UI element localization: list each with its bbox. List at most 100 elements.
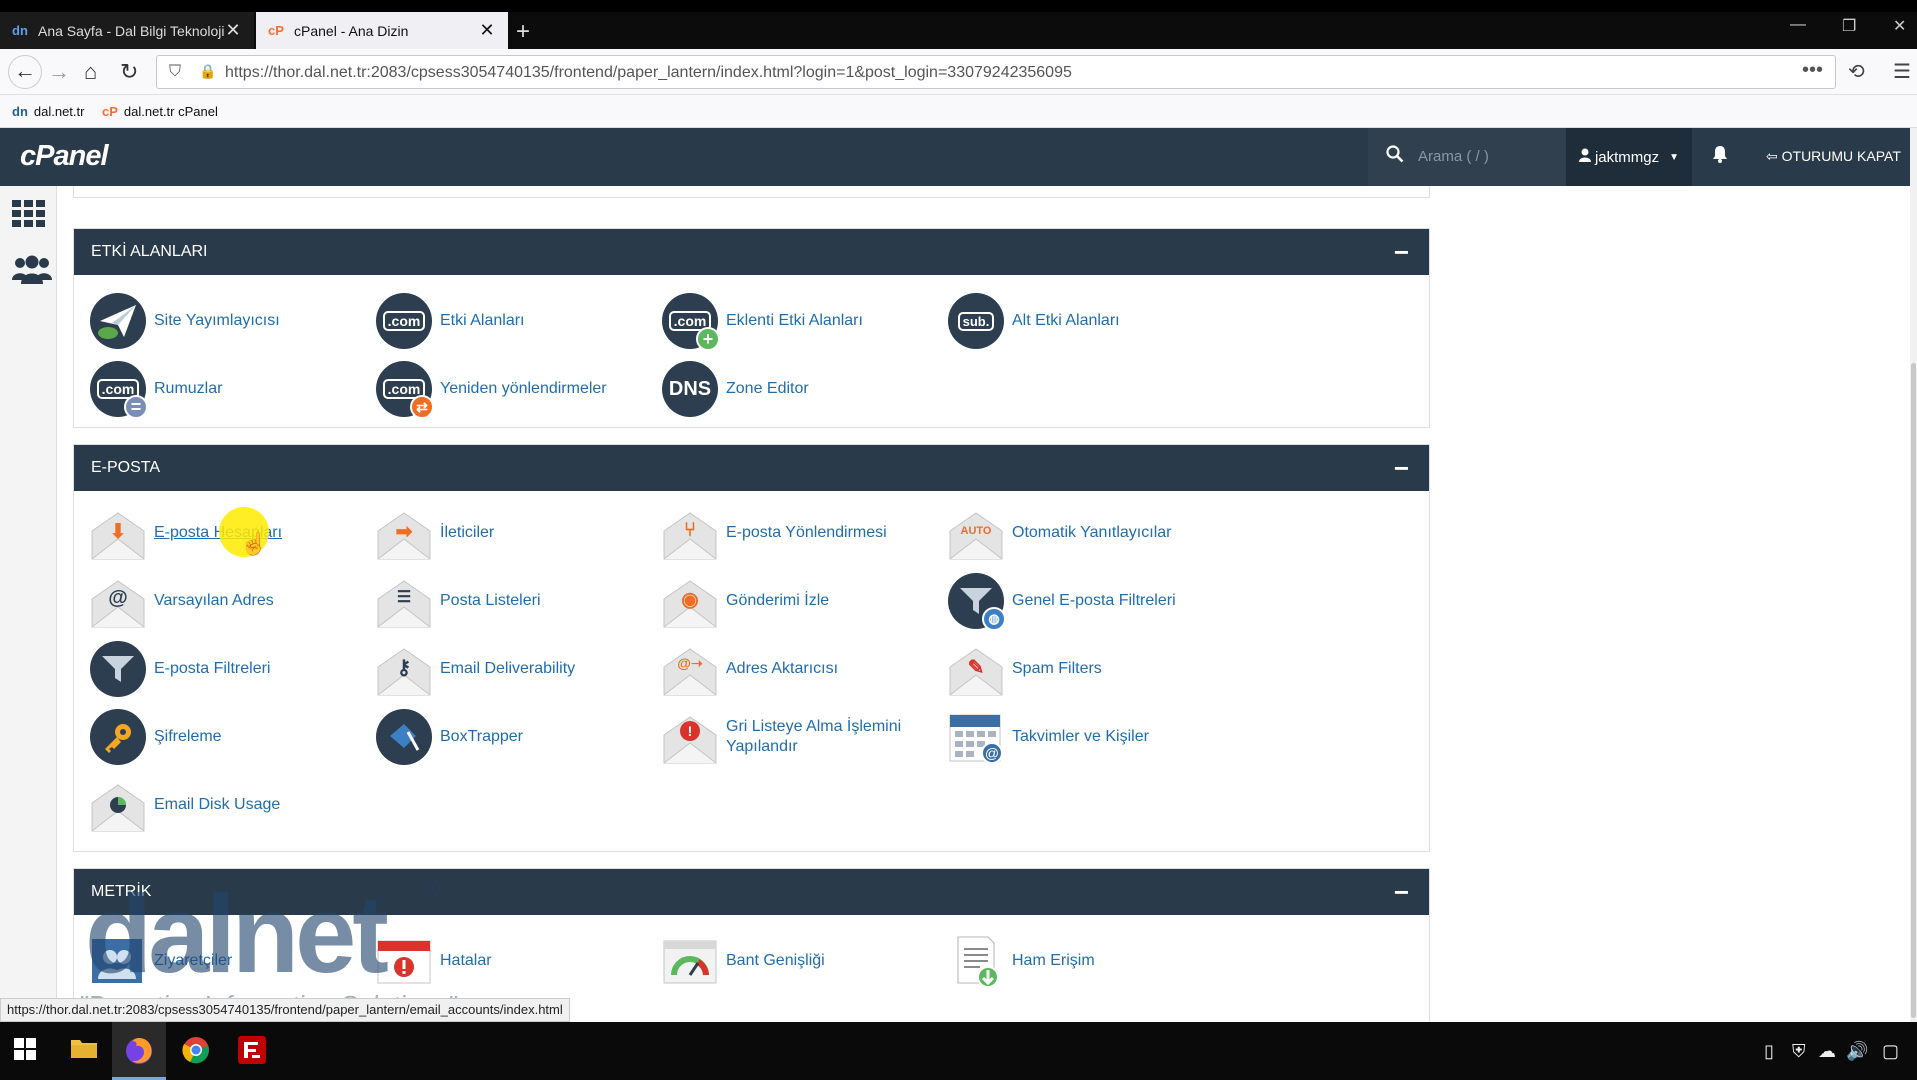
item-forwarders[interactable]: ➡ İleticiler xyxy=(376,505,494,561)
shield-icon[interactable]: ⛉ xyxy=(169,63,181,81)
bookmark-dal[interactable]: dn dal.net.tr xyxy=(12,104,84,119)
bandwidth-gauge-icon xyxy=(662,933,718,989)
alias-domain-icon: .com = xyxy=(90,361,148,419)
item-redirects[interactable]: .com ⇄ Yeniden yönlendirmeler xyxy=(376,361,607,419)
filter-funnel-icon xyxy=(90,641,146,697)
collapse-icon[interactable]: − xyxy=(1394,237,1409,268)
item-track-delivery[interactable]: ◉ Gönderimi İzle xyxy=(662,573,829,629)
item-raw-access[interactable]: Ham Erişim xyxy=(948,933,1095,989)
default-address-icon: @ xyxy=(90,573,146,629)
item-email-disk-usage[interactable]: Email Disk Usage xyxy=(90,777,280,833)
item-label: Alt Etki Alanları xyxy=(1012,312,1120,329)
usb-tray-icon[interactable]: ▯ xyxy=(1764,1041,1774,1062)
url-text: https://thor.dal.net.tr:2083/cpsess30547… xyxy=(225,64,1072,81)
logout-button[interactable]: ⇦ OTURUMU KAPAT xyxy=(1766,148,1901,165)
raw-access-icon xyxy=(948,933,1004,989)
chrome-icon[interactable] xyxy=(182,1036,210,1071)
volume-tray-icon[interactable]: 🔊 xyxy=(1846,1041,1868,1062)
notification-center-icon[interactable]: ▢ xyxy=(1882,1041,1899,1062)
scrollbar-thumb[interactable] xyxy=(1911,363,1916,1018)
restore-icon[interactable]: ❐ xyxy=(1842,16,1856,36)
section-title: E-POSTA xyxy=(91,459,161,476)
item-default-address[interactable]: @ Varsayılan Adres xyxy=(90,573,274,629)
item-label: E-posta Yönlendirmesi xyxy=(726,524,887,541)
forward-arrow-icon[interactable]: → xyxy=(48,59,70,85)
item-spam-filters[interactable]: ✎ Spam Filters xyxy=(948,641,1102,697)
new-tab-button[interactable]: + xyxy=(516,18,530,46)
tab-cpanel[interactable]: cP cPanel - Ana Dizin ✕ xyxy=(256,12,508,49)
item-calendars-contacts[interactable]: @ Takvimler ve Kişiler xyxy=(948,709,1149,765)
item-global-filters[interactable]: ◍ Genel E-posta Filtreleri xyxy=(948,573,1176,631)
user-menu[interactable]: jaktmmgz ▼ xyxy=(1566,128,1692,186)
hamburger-menu-icon[interactable]: ☰ xyxy=(1893,59,1911,84)
item-domains[interactable]: .com Etki Alanları xyxy=(376,293,524,349)
email-routing-icon: ⑂ xyxy=(662,505,718,561)
item-site-publisher[interactable]: Site Yayımlayıcısı xyxy=(90,293,280,349)
item-errors[interactable]: Hatalar xyxy=(376,933,492,989)
item-email-accounts[interactable]: ⬇ E-posta Hesapları xyxy=(90,505,282,561)
close-tab-icon[interactable]: ✕ xyxy=(224,20,242,41)
item-label: Eklenti Etki Alanları xyxy=(726,312,863,329)
item-email-filters[interactable]: E-posta Filtreleri xyxy=(90,641,270,697)
tab-dal-homepage[interactable]: dn Ana Sayfa - Dal Bilgi Teknolojile ✕ xyxy=(0,12,254,49)
home-icon[interactable]: ⌂ xyxy=(84,59,97,85)
redirect-badge-icon: ⇄ xyxy=(410,395,434,419)
history-icon[interactable]: ⟲ xyxy=(1848,59,1865,84)
back-arrow-icon[interactable]: ← xyxy=(8,55,42,89)
item-mailing-lists[interactable]: ☰ Posta Listeleri xyxy=(376,573,541,629)
site-publisher-icon xyxy=(90,293,146,349)
minimize-icon[interactable]: — xyxy=(1790,16,1806,34)
lock-icon[interactable]: 🔒 xyxy=(199,63,216,80)
windows-start-icon[interactable] xyxy=(14,1038,36,1067)
item-autoresponders[interactable]: AUTO Otomatik Yanıtlayıcılar xyxy=(948,505,1171,561)
item-zone-editor[interactable]: DNS Zone Editor xyxy=(662,361,809,417)
item-greylisting[interactable]: ! Gri Listeye Alma İşlemini Yapılandır xyxy=(662,709,916,765)
section-title: METRİK xyxy=(91,883,152,900)
close-tab-icon[interactable]: ✕ xyxy=(478,20,496,41)
mailing-lists-icon: ☰ xyxy=(376,573,432,629)
section-header[interactable]: METRİK − xyxy=(74,869,1429,915)
firefox-taskbar-icon[interactable] xyxy=(112,1022,166,1080)
forwarders-icon: ➡ xyxy=(376,505,432,561)
bookmarks-bar: dn dal.net.tr cP dal.net.tr cPanel xyxy=(0,95,1917,128)
item-label: BoxTrapper xyxy=(440,728,523,745)
search-box xyxy=(1368,128,1566,186)
section-header[interactable]: E-POSTA − xyxy=(74,445,1429,491)
item-boxtrapper[interactable]: BoxTrapper xyxy=(376,709,523,765)
close-window-icon[interactable]: ✕ xyxy=(1893,16,1906,36)
item-encryption[interactable]: Şifreleme xyxy=(90,709,222,765)
filezilla-icon[interactable] xyxy=(238,1036,266,1071)
item-label: Adres Aktarıcısı xyxy=(726,660,839,677)
item-subdomains[interactable]: sub. Alt Etki Alanları xyxy=(948,293,1120,349)
cpanel-logo[interactable]: cPanel xyxy=(20,140,108,173)
bookmark-label: dal.net.tr cPanel xyxy=(123,104,218,119)
item-email-deliverability[interactable]: ⚷ Email Deliverability xyxy=(376,641,575,697)
page-scrollbar[interactable] xyxy=(1910,128,1917,1022)
item-email-routing[interactable]: ⑂ E-posta Yönlendirmesi xyxy=(662,505,887,561)
equals-badge-icon: = xyxy=(124,395,148,419)
item-addon-domains[interactable]: .com + Eklenti Etki Alanları xyxy=(662,293,863,351)
item-label: Yeniden yönlendirmeler xyxy=(440,380,607,397)
bookmark-cpanel[interactable]: cP dal.net.tr cPanel xyxy=(102,104,218,119)
home-grid-icon[interactable] xyxy=(12,200,46,233)
item-bandwidth[interactable]: Bant Genişliği xyxy=(662,933,825,989)
collapse-icon[interactable]: − xyxy=(1394,877,1409,908)
plus-badge-icon: + xyxy=(696,327,720,351)
page-actions-icon[interactable]: ••• xyxy=(1802,59,1823,82)
users-icon[interactable] xyxy=(12,254,52,289)
item-label: Site Yayımlayıcısı xyxy=(154,312,280,329)
item-aliases[interactable]: .com = Rumuzlar xyxy=(90,361,222,419)
search-input[interactable] xyxy=(1418,142,1558,170)
security-tray-icon[interactable]: ⛨ xyxy=(1792,1041,1806,1062)
item-label: Varsayılan Adres xyxy=(154,592,274,609)
previous-section-clipped xyxy=(73,186,1430,198)
reload-icon[interactable]: ↻ xyxy=(120,59,138,85)
notification-bell-icon[interactable] xyxy=(1712,145,1728,168)
item-visitors[interactable]: Ziyaretçiler xyxy=(90,933,232,989)
cloud-tray-icon[interactable]: ☁ xyxy=(1818,1041,1836,1062)
item-address-importer[interactable]: @➝ Adres Aktarıcısı xyxy=(662,641,838,697)
address-bar[interactable]: ⛉ 🔒 https://thor.dal.net.tr:2083/cpsess3… xyxy=(156,55,1836,89)
file-explorer-icon[interactable] xyxy=(70,1036,98,1067)
collapse-icon[interactable]: − xyxy=(1394,453,1409,484)
section-header[interactable]: ETKİ ALANLARI − xyxy=(74,229,1429,275)
